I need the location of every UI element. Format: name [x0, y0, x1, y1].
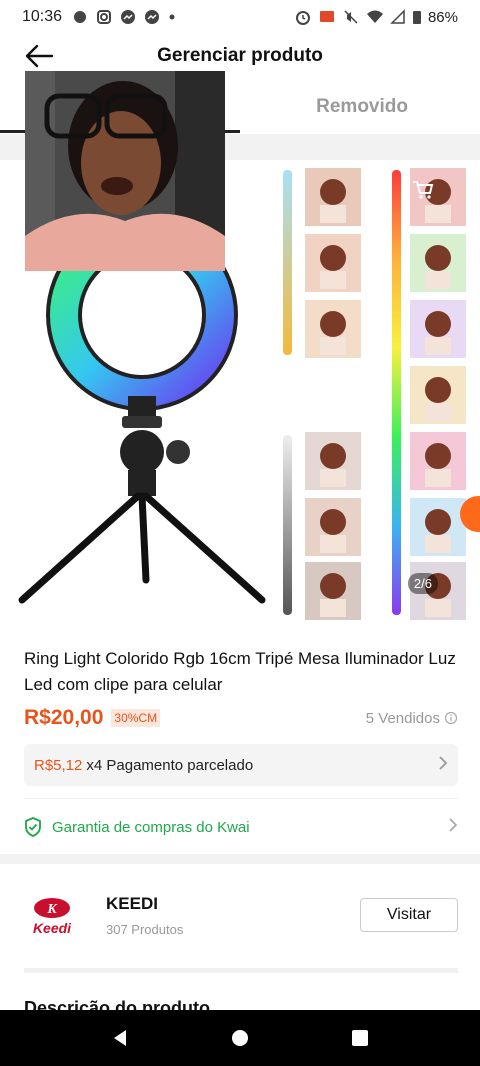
- circle-home-icon[interactable]: [230, 1028, 250, 1048]
- installment-text: x4 Pagamento parcelado: [86, 756, 254, 774]
- image-counter: 2/6: [407, 573, 438, 594]
- arrow-left-icon: [25, 44, 54, 68]
- shop-logo-text: Keedi: [32, 920, 72, 936]
- status-bar: 10:36 86%: [0, 0, 480, 34]
- battery-icon: [412, 11, 421, 24]
- cast-icon: [319, 11, 334, 22]
- svg-text:K: K: [46, 902, 58, 917]
- tab-removed[interactable]: Removido: [316, 96, 408, 118]
- info-circle-icon[interactable]: [444, 711, 458, 725]
- product-price: R$20,00: [24, 706, 104, 729]
- thumbnail-column-right: [410, 168, 466, 620]
- sold-count: 5 Vendidos: [366, 710, 458, 727]
- shop-product-count: 307 Produtos: [106, 922, 184, 937]
- shield-check-icon: [25, 817, 41, 837]
- system-nav-bar: [0, 1010, 480, 1066]
- chevron-right-icon: [448, 817, 458, 838]
- shop-name[interactable]: KEEDI: [106, 894, 158, 914]
- app-notification-icon: [74, 11, 87, 23]
- status-time: 10:36: [22, 8, 63, 25]
- instagram-icon: [97, 10, 112, 24]
- mute-icon: [344, 10, 358, 24]
- divider: [24, 968, 458, 973]
- video-feed-person: [25, 71, 225, 271]
- cart-icon[interactable]: [412, 180, 434, 205]
- chevron-right-icon: [438, 755, 448, 776]
- signal-icon: [390, 9, 405, 24]
- visit-shop-button[interactable]: Visitar: [360, 898, 458, 932]
- alarm-icon: [295, 11, 310, 25]
- triangle-back-icon[interactable]: [110, 1028, 130, 1048]
- guarantee-row[interactable]: Garantia de compras do Kwai: [24, 808, 458, 846]
- wifi-icon: [366, 10, 383, 23]
- battery-level: 86%: [427, 8, 458, 26]
- divider: [24, 798, 458, 799]
- price-row: R$20,00 30%CM 5 Vendidos: [24, 704, 458, 732]
- sold-count-label: 5 Vendidos: [365, 709, 440, 727]
- more-notifications-dot-icon: [169, 14, 175, 20]
- discount-badge: 30%CM: [111, 709, 161, 727]
- keedi-logo-icon: K: [34, 898, 70, 918]
- video-call-overlay[interactable]: [25, 71, 225, 271]
- back-button[interactable]: [22, 40, 56, 72]
- square-recents-icon[interactable]: [350, 1028, 370, 1048]
- notification-icons: [72, 9, 176, 25]
- thumbnail-column-left: [305, 168, 361, 620]
- messenger-icon-2: [145, 10, 160, 24]
- installment-amount: R$5,12: [34, 756, 83, 774]
- messenger-icon: [121, 10, 136, 24]
- product-title: Ring Light Colorido Rgb 16cm Tripé Mesa …: [24, 649, 456, 694]
- installment-row[interactable]: R$5,12 x4 Pagamento parcelado: [24, 744, 458, 786]
- shop-card: K Keedi KEEDI 307 Produtos Visitar: [24, 880, 458, 950]
- shop-logo[interactable]: K Keedi: [24, 888, 80, 944]
- guarantee-label: Garantia de compras do Kwai: [52, 818, 250, 836]
- page-title: Gerenciar produto: [157, 45, 323, 66]
- section-separator: [0, 854, 480, 864]
